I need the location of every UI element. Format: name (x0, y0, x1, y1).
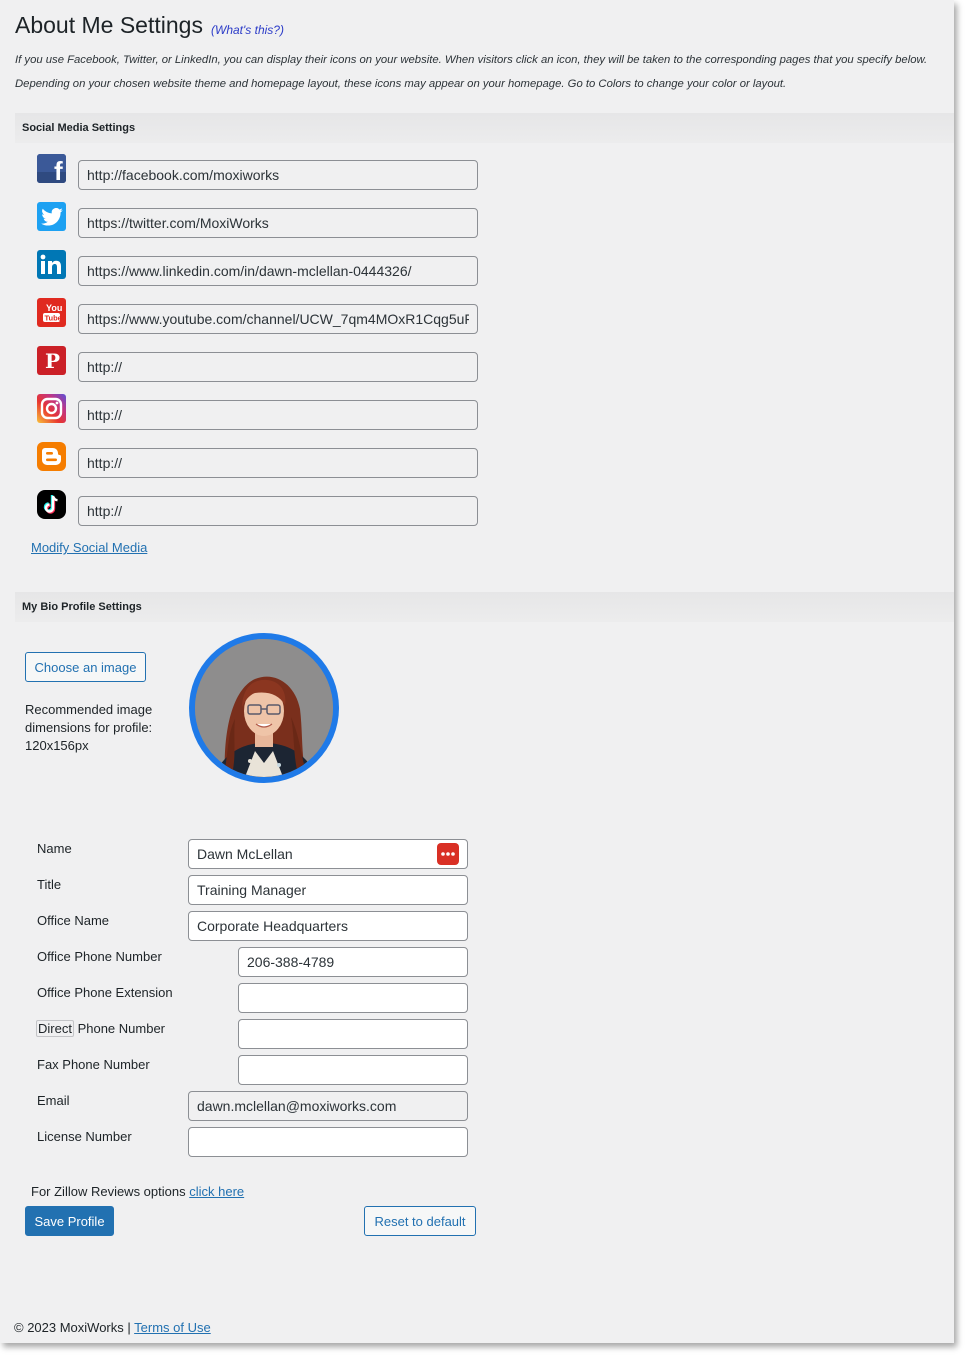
reset-to-default-button[interactable]: Reset to default (364, 1206, 476, 1236)
svg-text:Tube: Tube (45, 314, 62, 323)
facebook-icon: f (37, 154, 66, 183)
intro-text-line-2: Depending on your chosen website theme a… (15, 78, 787, 90)
name-field[interactable] (188, 839, 468, 869)
social-media-section-header: Social Media Settings (15, 113, 954, 143)
svg-text:P: P (45, 349, 60, 373)
blogger-url-input[interactable] (78, 448, 478, 478)
tiktok-icon (37, 490, 66, 519)
pinterest-icon: P (37, 346, 66, 375)
title-label: Title (37, 877, 62, 892)
name-label: Name (37, 841, 72, 856)
bio-profile-section-header: My Bio Profile Settings (15, 592, 954, 622)
intro-text-line-1: If you use Facebook, Twitter, or LinkedI… (15, 54, 928, 66)
zillow-options-text: For Zillow Reviews options click here (31, 1184, 244, 1199)
twitter-icon (37, 202, 66, 231)
save-profile-button[interactable]: Save Profile (25, 1206, 114, 1236)
profile-photo (195, 639, 333, 777)
fax-phone-label: Fax Phone Number (37, 1057, 150, 1072)
license-number-label: License Number (37, 1129, 132, 1144)
modify-social-media-link[interactable]: Modify Social Media (31, 540, 147, 555)
recommended-dimensions-text: Recommended image dimensions for profile… (25, 702, 153, 753)
youtube-url-input[interactable] (78, 304, 478, 334)
title-field[interactable] (188, 875, 468, 905)
direct-word-highlight: Direct (36, 1020, 74, 1037)
email-field[interactable] (188, 1091, 468, 1121)
pinterest-url-input[interactable] (78, 352, 478, 382)
office-name-field[interactable] (188, 911, 468, 941)
twitter-url-input[interactable] (78, 208, 478, 238)
facebook-url-input[interactable] (78, 160, 478, 190)
tiktok-url-input[interactable] (78, 496, 478, 526)
blogger-icon (37, 442, 66, 471)
linkedin-icon (37, 250, 66, 279)
svg-text:f: f (54, 156, 63, 183)
choose-image-button[interactable]: Choose an image (25, 652, 146, 682)
instagram-icon (37, 394, 66, 423)
direct-phone-field[interactable] (238, 1019, 468, 1049)
zillow-options-label: For Zillow Reviews options (31, 1184, 190, 1199)
office-phone-label: Office Phone Number (37, 949, 162, 964)
fax-phone-field[interactable] (238, 1055, 468, 1085)
footer: © 2023 MoxiWorks | Terms of Use (14, 1320, 211, 1335)
copyright-text: © 2023 MoxiWorks | (14, 1320, 135, 1335)
svg-text:You: You (46, 303, 62, 313)
office-name-label: Office Name (37, 913, 110, 928)
office-extension-label: Office Phone Extension (37, 985, 173, 1000)
instagram-url-input[interactable] (78, 400, 478, 430)
office-extension-field[interactable] (238, 983, 468, 1013)
linkedin-url-input[interactable] (78, 256, 478, 286)
terms-of-use-link[interactable]: Terms of Use (134, 1320, 211, 1335)
direct-phone-label-rest: Phone Number (73, 1021, 166, 1036)
profile-avatar (189, 633, 339, 783)
page-title: About Me Settings (15, 12, 203, 38)
settings-panel: About Me Settings (What's this?) If you … (0, 0, 954, 1343)
email-label: Email (37, 1093, 70, 1108)
license-number-field[interactable] (188, 1127, 468, 1157)
youtube-icon: You Tube (37, 298, 66, 327)
zillow-click-here-link[interactable]: click here (189, 1184, 244, 1199)
password-manager-icon[interactable] (437, 843, 459, 865)
direct-phone-label: Direct Phone Number (36, 1020, 166, 1037)
office-phone-field[interactable] (238, 947, 468, 977)
whats-this-link[interactable]: (What's this?) (211, 23, 284, 37)
